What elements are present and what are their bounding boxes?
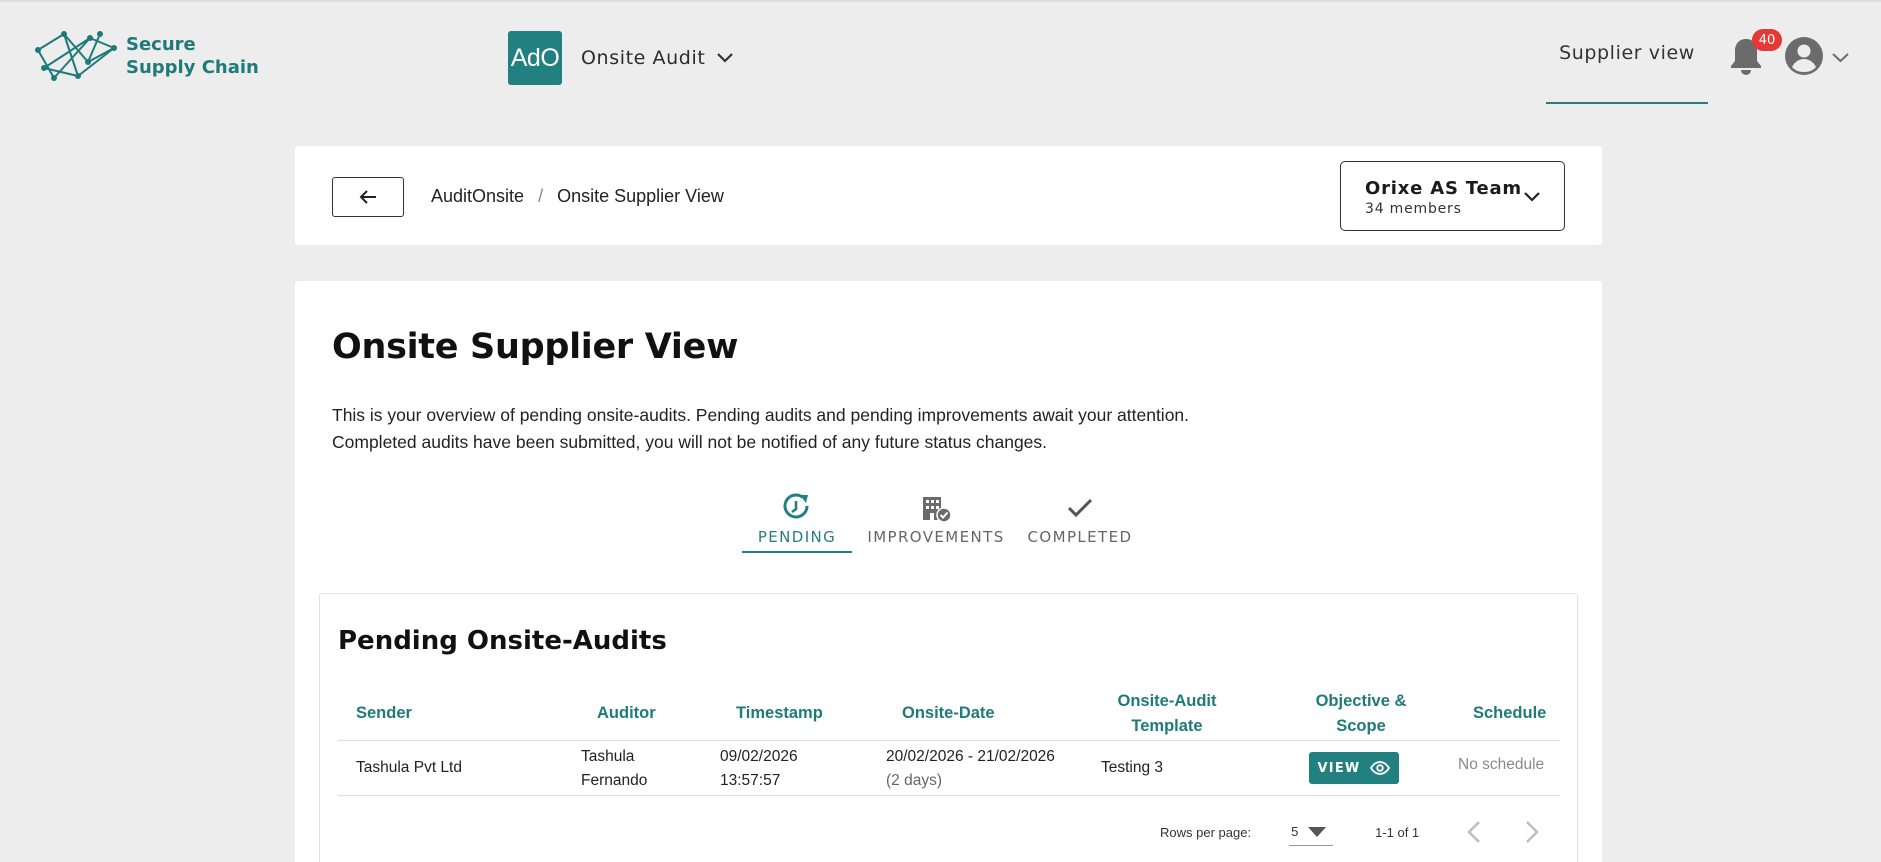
team-member-count: 34 members <box>1365 201 1462 217</box>
column-header-sender[interactable]: Sender <box>356 701 412 726</box>
building-check-icon <box>923 497 952 523</box>
app-switcher[interactable]: AdO Onsite Audit <box>508 31 734 85</box>
rows-per-page-select[interactable]: 5 <box>1289 818 1334 846</box>
table-row: Tashula Pvt Ltd Tashula Fernando 09/02/2… <box>338 741 1560 796</box>
pending-audits-table-card: Pending Onsite-Audits Sender Auditor Tim… <box>319 593 1578 862</box>
description-line-1: This is your overview of pending onsite-… <box>332 405 1190 425</box>
pagination-range: 1-1 of 1 <box>1375 824 1420 840</box>
objective-header-line-2: Scope <box>1336 717 1386 735</box>
tab-pending-label: PENDING <box>757 528 837 546</box>
app-name: Onsite Audit <box>581 47 706 69</box>
next-page-button[interactable] <box>1517 817 1547 847</box>
tab-completed-label: COMPLETED <box>1027 528 1133 546</box>
page-title: Onsite Supplier View <box>332 327 739 367</box>
template-header-line-2: Template <box>1131 717 1203 735</box>
description-line-2: Completed audits have been submitted, yo… <box>332 432 1048 452</box>
chevron-down-icon <box>1524 192 1540 202</box>
column-header-schedule[interactable]: Schedule <box>1473 701 1546 726</box>
column-header-objective-scope[interactable]: Objective & Scope <box>1311 689 1411 739</box>
brand-line-2: Supply Chain <box>126 57 259 78</box>
objective-header-line-1: Objective & <box>1315 692 1407 710</box>
column-header-onsite-date[interactable]: Onsite-Date <box>902 701 995 726</box>
status-tabs: PENDING IMPROVEMENTS COMPLETED <box>742 492 1140 553</box>
nav-supplier-view[interactable]: Supplier view <box>1546 38 1708 104</box>
chevron-down-icon <box>717 53 734 63</box>
breadcrumb-card: AuditOnsite / Onsite Supplier View Orixe… <box>295 146 1602 245</box>
eye-icon <box>1370 761 1391 775</box>
team-selector[interactable]: Orixe AS Team 34 members <box>1340 161 1565 231</box>
column-header-auditor[interactable]: Auditor <box>597 701 656 726</box>
auditor-last-name: Fernando <box>581 772 648 789</box>
brand-logo[interactable]: Secure Supply Chain <box>34 28 259 84</box>
check-icon <box>1067 498 1093 518</box>
cell-auditor: Tashula Fernando <box>581 745 647 793</box>
tab-improvements[interactable]: IMPROVEMENTS <box>852 492 1020 553</box>
chevron-left-icon <box>1467 821 1481 843</box>
notification-count-badge: 40 <box>1752 29 1782 51</box>
view-objective-button[interactable]: VIEW <box>1309 752 1399 784</box>
breadcrumb-separator: / <box>538 186 544 206</box>
template-header-line-1: Onsite-Audit <box>1117 692 1217 710</box>
cell-schedule: No schedule <box>1458 756 1545 773</box>
brand-name: Secure Supply Chain <box>126 33 259 79</box>
brand-line-1: Secure <box>126 34 196 55</box>
rows-per-page-label: Rows per page: <box>1160 824 1252 840</box>
table-header: Sender Auditor Timestamp Onsite-Date Ons… <box>338 685 1560 741</box>
breadcrumb-item-auditonsite[interactable]: AuditOnsite <box>431 186 524 207</box>
cell-template: Testing 3 <box>1101 759 1164 776</box>
view-button-label: VIEW <box>1317 760 1361 776</box>
user-avatar-icon[interactable] <box>1784 36 1824 76</box>
app-badge: AdO <box>508 31 562 85</box>
onsite-date-duration: (2 days) <box>886 772 942 789</box>
main-content-card: Onsite Supplier View This is your overvi… <box>295 281 1602 862</box>
column-header-template[interactable]: Onsite-Audit Template <box>1117 689 1217 739</box>
breadcrumb: AuditOnsite / Onsite Supplier View <box>431 186 724 207</box>
caret-down-icon <box>1308 826 1327 837</box>
auditor-first-name: Tashula <box>581 748 635 765</box>
network-logo-icon <box>35 31 117 81</box>
arrow-left-icon <box>359 190 376 204</box>
cell-onsite-date: 20/02/2026 - 21/02/2026 (2 days) <box>886 745 1055 793</box>
top-navigation-bar: Secure Supply Chain AdO Onsite Audit Sup… <box>0 0 1881 104</box>
back-button[interactable] <box>332 177 404 217</box>
breadcrumb-item-current: Onsite Supplier View <box>557 186 724 206</box>
tab-improvements-label: IMPROVEMENTS <box>867 528 1005 546</box>
column-header-timestamp[interactable]: Timestamp <box>736 701 823 726</box>
timestamp-time: 13:57:57 <box>720 772 781 789</box>
cell-sender: Tashula Pvt Ltd <box>356 759 462 776</box>
tab-pending[interactable]: PENDING <box>742 492 852 553</box>
table-pagination: Rows per page: 5 1-1 of 1 <box>1160 816 1547 848</box>
rows-per-page-value: 5 <box>1291 824 1299 839</box>
tab-completed[interactable]: COMPLETED <box>1020 492 1140 553</box>
cell-timestamp: 09/02/2026 13:57:57 <box>720 745 798 793</box>
page-description: This is your overview of pending onsite-… <box>332 402 1189 456</box>
onsite-date-range: 20/02/2026 - 21/02/2026 <box>886 748 1055 765</box>
previous-page-button[interactable] <box>1459 817 1489 847</box>
clock-refresh-icon <box>783 493 809 519</box>
chevron-right-icon <box>1526 821 1539 843</box>
timestamp-date: 09/02/2026 <box>720 748 798 765</box>
table-title: Pending Onsite-Audits <box>338 626 667 656</box>
account-chevron-down-icon[interactable] <box>1832 53 1849 63</box>
